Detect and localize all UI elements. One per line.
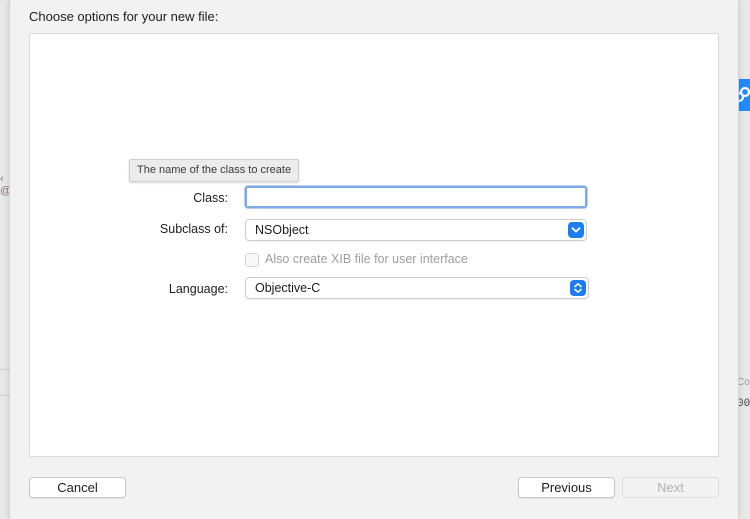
subclass-label: Subclass of: — [159, 222, 228, 236]
subclass-value: NSObject — [255, 223, 309, 237]
background-divider — [0, 395, 9, 396]
subclass-combobox[interactable]: NSObject — [245, 219, 587, 241]
class-name-field[interactable] — [245, 186, 587, 208]
background-divider — [0, 369, 9, 370]
language-label: Language: — [168, 282, 228, 296]
language-value: Objective-C — [255, 281, 321, 295]
chevron-down-icon[interactable] — [568, 222, 584, 238]
sheet-title: Choose options for your new file: — [29, 9, 219, 24]
background-window-left — [0, 0, 9, 519]
previous-button[interactable]: Previous — [518, 477, 615, 498]
xib-checkbox[interactable] — [245, 253, 259, 267]
language-popup[interactable]: Objective-C — [245, 277, 589, 299]
class-name-tooltip: The name of the class to create — [129, 159, 300, 182]
cancel-button[interactable]: Cancel — [29, 477, 126, 498]
up-down-chevron-icon[interactable] — [570, 280, 586, 296]
xib-checkbox-label: Also create XIB file for user interface — [265, 252, 468, 266]
class-label: Class: — [193, 191, 228, 205]
options-panel — [29, 33, 719, 457]
new-file-options-sheet: Choose options for your new file: The na… — [9, 0, 739, 519]
next-button[interactable]: Next — [622, 477, 719, 498]
background-text-fragment: ‹@e — [0, 173, 9, 197]
